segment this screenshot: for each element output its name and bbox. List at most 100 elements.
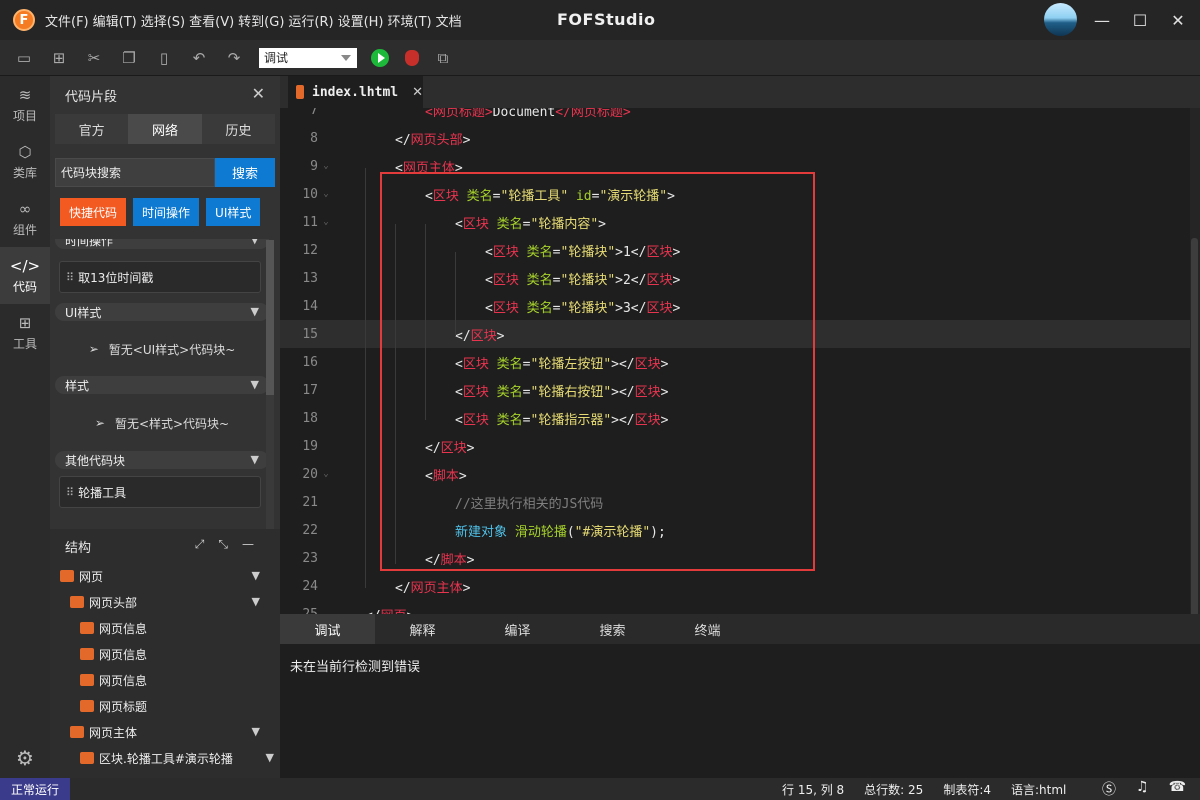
section-other[interactable]: 其他代码块 ▼ [55, 451, 269, 469]
code-icon: </> [9, 256, 41, 275]
snippet-search-input[interactable]: 代码块搜索 [55, 158, 215, 187]
menu-select[interactable]: 选择(S) [141, 11, 185, 30]
line-number: 7 [310, 108, 318, 118]
snippet-item-carousel[interactable]: ⠿ 轮播工具 [59, 476, 261, 508]
snippet-search-row: 代码块搜索 搜索 [55, 158, 280, 187]
tab-history[interactable]: 历史 [201, 114, 275, 144]
tree-node-meta-3[interactable]: 网页信息 [50, 667, 280, 693]
close-button[interactable]: ✕ [1166, 8, 1190, 32]
tree-node-page[interactable]: 网页 ▼ [50, 563, 280, 589]
tree-node-meta-2[interactable]: 网页信息 [50, 641, 280, 667]
activity-code[interactable]: </> 代码 [0, 247, 50, 304]
sidebar-scrollbar[interactable] [266, 240, 274, 530]
menu-file[interactable]: 文件(F) [45, 11, 89, 30]
structure-panel: 结构 ⤢⤡— 网页 ▼ 网页头部 ▼ 网页信息 网页信息 网页信息 网页标题 网… [50, 529, 280, 778]
tab-explain[interactable]: 解释 [375, 614, 470, 644]
copy-icon[interactable]: ❐ [118, 47, 140, 69]
tab-official[interactable]: 官方 [55, 114, 129, 144]
code-line[interactable]: 8 </网页头部> [280, 124, 1190, 152]
section-time-ops[interactable]: 时间操作 ▼ [55, 239, 269, 249]
close-icon[interactable]: ✕ [252, 84, 265, 103]
fold-icon[interactable]: ⌄ [318, 161, 334, 171]
fold-icon[interactable]: ⌄ [318, 217, 334, 227]
gear-icon[interactable]: ⚙ [0, 746, 50, 770]
chevron-down-icon: ▼ [250, 239, 259, 246]
feedback-icon[interactable]: ☎ [1169, 779, 1186, 799]
mode-select[interactable]: 调试 [259, 47, 357, 68]
close-icon[interactable]: ✕ [412, 85, 423, 100]
language-mode[interactable]: 语言:html [1011, 781, 1066, 798]
structure-controls[interactable]: ⤢⤡— [195, 537, 268, 552]
tab-debug[interactable]: 调试 [280, 614, 375, 644]
line-number: 11 [302, 214, 318, 230]
fold-icon[interactable]: ⌄ [318, 189, 334, 199]
cube-icon: ⬡ [18, 142, 32, 161]
chip-quick-code[interactable]: 快捷代码 [60, 198, 127, 226]
preview-icon[interactable]: ⧉ [432, 47, 454, 69]
delete-icon[interactable]: ▯ [153, 47, 175, 69]
snippet-item-timestamp[interactable]: ⠿ 取13位时间戳 [59, 261, 261, 293]
bell-icon[interactable]: ♫ [1136, 779, 1149, 799]
menu-edit[interactable]: 编辑(T) [93, 11, 137, 30]
code-line[interactable]: 24 </网页主体> [280, 572, 1190, 600]
file-icon [70, 596, 84, 608]
tab-compile[interactable]: 编译 [470, 614, 565, 644]
menu-run[interactable]: 运行(R) [288, 11, 333, 30]
new-file-icon[interactable]: ⊞ [48, 47, 70, 69]
run-icon[interactable] [371, 48, 389, 67]
code-line[interactable]: 7 <网页标题>Document</网页标题> [280, 108, 1190, 124]
toolbar: ▭ ⊞ ✂ ❐ ▯ ↶ ↷ 调试 ⧉ [0, 40, 1200, 76]
maximize-button[interactable]: ☐ [1128, 8, 1152, 32]
search-button[interactable]: 搜索 [215, 158, 275, 187]
section-style[interactable]: 样式 ▼ [55, 376, 269, 394]
code-text: </网页主体> [395, 580, 471, 596]
cut-icon[interactable]: ✂ [83, 47, 105, 69]
redo-icon[interactable]: ↷ [223, 47, 245, 69]
menu-goto[interactable]: 转到(G) [238, 11, 284, 30]
status-bar: 正常运行 行 15, 列 8 总行数: 25 制表符:4 语言:html Ⓢ ♫… [0, 778, 1200, 800]
section-time-label: 时间操作 [65, 239, 114, 248]
tree-node-body[interactable]: 网页主体 ▼ [50, 719, 280, 745]
file-tab-index[interactable]: index.lhtml ✕ [288, 76, 423, 108]
activity-tools-label: 工具 [12, 336, 37, 351]
tab-terminal[interactable]: 终端 [660, 614, 755, 644]
tree-node-carousel[interactable]: 区块.轮播工具#演示轮播 ▼ [50, 745, 280, 771]
tree-node-head[interactable]: 网页头部 ▼ [50, 589, 280, 615]
user-avatar[interactable] [1044, 3, 1077, 36]
chevron-down-icon: ▼ [250, 305, 259, 318]
debug-icon[interactable] [405, 49, 419, 66]
activity-library[interactable]: ⬡ 类库 [0, 133, 50, 190]
category-chips: 快捷代码 时间操作 UI样式 [60, 198, 280, 226]
tab-size[interactable]: 制表符:4 [943, 781, 991, 798]
activity-project[interactable]: ≋ 项目 [0, 76, 50, 133]
menu-view[interactable]: 查看(V) [189, 11, 234, 30]
fold-icon[interactable]: ⌄ [318, 469, 334, 479]
menu-docs[interactable]: 文档 [436, 11, 462, 30]
cursor-position[interactable]: 行 15, 列 8 [782, 781, 844, 798]
menu-environment[interactable]: 环境(T) [388, 11, 432, 30]
scrollbar-thumb[interactable] [266, 240, 274, 395]
code-line[interactable]: 25 </网页> [280, 600, 1190, 615]
activity-tools[interactable]: ⊞ 工具 [0, 304, 50, 361]
line-number: 22 [302, 522, 318, 538]
tab-network[interactable]: 网络 [128, 114, 202, 144]
app-logo: F [13, 9, 35, 31]
menu-settings[interactable]: 设置(H) [338, 11, 384, 30]
scrollbar-thumb[interactable] [1191, 238, 1198, 618]
tab-search[interactable]: 搜索 [565, 614, 660, 644]
save-icon[interactable]: ▭ [13, 47, 35, 69]
minimize-button[interactable]: — [1090, 8, 1114, 32]
chip-time-ops[interactable]: 时间操作 [133, 198, 200, 226]
editor-scrollbar[interactable] [1190, 108, 1200, 618]
tree-node-meta-1[interactable]: 网页信息 [50, 615, 280, 641]
section-ui-style[interactable]: UI样式 ▼ [55, 303, 269, 321]
line-number: 17 [302, 382, 318, 398]
snippets-header: 代码片段 ✕ [50, 76, 280, 114]
chevron-down-icon [341, 54, 351, 61]
undo-icon[interactable]: ↶ [188, 47, 210, 69]
chip-ui-style[interactable]: UI样式 [206, 198, 261, 226]
dollar-icon[interactable]: Ⓢ [1102, 779, 1116, 799]
line-number: 14 [302, 298, 318, 314]
tree-node-title[interactable]: 网页标题 [50, 693, 280, 719]
activity-components[interactable]: ∞ 组件 [0, 190, 50, 247]
